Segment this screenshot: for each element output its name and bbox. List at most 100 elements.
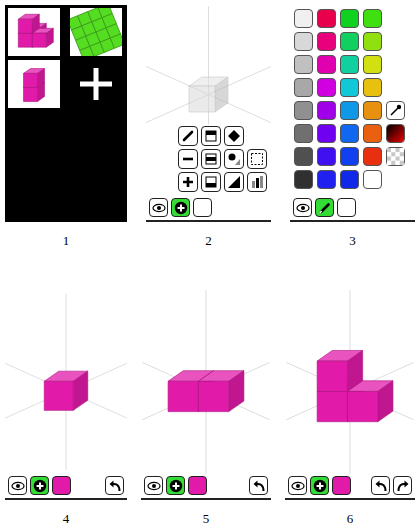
scene[interactable] — [141, 290, 271, 474]
voxel[interactable] — [24, 69, 45, 88]
voxel-shape[interactable] — [24, 69, 45, 102]
voxel[interactable] — [347, 381, 392, 422]
color-swatch[interactable] — [317, 55, 336, 74]
minus-tool[interactable] — [178, 149, 198, 169]
color-swatch[interactable] — [340, 170, 359, 189]
color-swatch[interactable] — [340, 124, 359, 143]
scene[interactable] — [285, 290, 415, 474]
project-thumbnail[interactable] — [8, 8, 60, 56]
color-swatch[interactable] — [363, 55, 382, 74]
voxel-face — [18, 19, 32, 33]
color-swatch[interactable] — [294, 124, 313, 143]
voxel[interactable] — [189, 77, 228, 112]
figure: 5 — [141, 290, 271, 527]
toolbar — [146, 196, 271, 222]
add-button[interactable] — [30, 476, 49, 495]
color-swatch[interactable] — [317, 101, 336, 120]
canvas[interactable] — [146, 5, 271, 126]
color-swatch[interactable] — [317, 147, 336, 166]
color-swatch[interactable] — [340, 78, 359, 97]
color-swatch[interactable] — [294, 9, 313, 28]
figure: 2 — [146, 5, 271, 249]
blank-button[interactable] — [193, 198, 212, 217]
voxel[interactable] — [198, 371, 243, 412]
view-button[interactable] — [8, 476, 27, 495]
color-swatch[interactable] — [294, 101, 313, 120]
project-grid — [5, 5, 127, 111]
canvas[interactable] — [285, 290, 415, 474]
plus-tool[interactable] — [178, 172, 198, 192]
color-button[interactable] — [332, 476, 351, 495]
voxel-shape[interactable] — [44, 371, 88, 410]
blank-button[interactable] — [337, 198, 356, 217]
pencil-tool[interactable] — [178, 126, 198, 146]
view-button[interactable] — [288, 476, 307, 495]
voxel-shape[interactable] — [18, 14, 53, 47]
eyedropper-swatch[interactable] — [386, 101, 405, 120]
color-swatch[interactable] — [317, 78, 336, 97]
voxel-shape[interactable] — [168, 371, 244, 412]
color-swatch[interactable] — [317, 9, 336, 28]
triangle-tool[interactable] — [224, 172, 244, 192]
color-swatch[interactable] — [363, 9, 382, 28]
transparent-swatch[interactable] — [386, 147, 405, 166]
shapes-tool[interactable] — [224, 149, 244, 169]
canvas[interactable] — [141, 290, 271, 474]
color-swatch[interactable] — [363, 101, 382, 120]
gradient-swatch[interactable] — [386, 124, 405, 143]
color-swatch[interactable] — [363, 124, 382, 143]
voxel-shape[interactable] — [189, 77, 228, 112]
color-button[interactable] — [188, 476, 207, 495]
color-swatch[interactable] — [340, 55, 359, 74]
color-swatch[interactable] — [363, 78, 382, 97]
pencil-button[interactable] — [315, 198, 334, 217]
color-swatch[interactable] — [294, 55, 313, 74]
project-thumbnail[interactable] — [70, 8, 122, 56]
voxel[interactable] — [44, 371, 88, 410]
color-swatch[interactable] — [363, 170, 382, 189]
triangle-icon — [227, 175, 241, 189]
diamond-tool[interactable] — [224, 126, 244, 146]
view-button[interactable] — [144, 476, 163, 495]
voxel-shape[interactable] — [317, 350, 393, 421]
view-button[interactable] — [149, 198, 168, 217]
scene[interactable] — [146, 5, 271, 126]
voxel[interactable] — [32, 28, 53, 47]
undo-button[interactable] — [371, 476, 390, 495]
figure-caption: 2 — [205, 233, 212, 249]
fill-mid-tool[interactable] — [201, 149, 221, 169]
color-swatch[interactable] — [363, 32, 382, 51]
color-swatch[interactable] — [294, 32, 313, 51]
color-swatch[interactable] — [317, 170, 336, 189]
color-swatch[interactable] — [294, 170, 313, 189]
select-tool[interactable] — [247, 149, 267, 169]
scene[interactable] — [5, 290, 127, 474]
tool-grid — [178, 126, 267, 192]
view-button[interactable] — [293, 198, 312, 217]
undo-button[interactable] — [249, 476, 268, 495]
figure: 1 — [5, 5, 127, 249]
fill-bottom-tool[interactable] — [201, 172, 221, 192]
color-button[interactable] — [52, 476, 71, 495]
color-swatch[interactable] — [340, 101, 359, 120]
add-button[interactable] — [310, 476, 329, 495]
canvas[interactable] — [5, 290, 127, 474]
add-button[interactable] — [171, 198, 190, 217]
add-button[interactable] — [166, 476, 185, 495]
bars-tool[interactable] — [247, 172, 267, 192]
color-swatch[interactable] — [294, 78, 313, 97]
color-swatch[interactable] — [294, 147, 313, 166]
color-swatch[interactable] — [340, 147, 359, 166]
new-project-button[interactable] — [70, 60, 122, 108]
project-thumbnail[interactable] — [8, 60, 60, 108]
color-swatch[interactable] — [340, 32, 359, 51]
fill-top-tool[interactable] — [201, 126, 221, 146]
color-swatch[interactable] — [340, 9, 359, 28]
undo-button[interactable] — [105, 476, 124, 495]
color-swatch[interactable] — [363, 147, 382, 166]
redo-button[interactable] — [393, 476, 412, 495]
voxel-face — [110, 34, 122, 48]
editor-screen — [141, 290, 271, 500]
color-swatch[interactable] — [317, 32, 336, 51]
color-swatch[interactable] — [317, 124, 336, 143]
